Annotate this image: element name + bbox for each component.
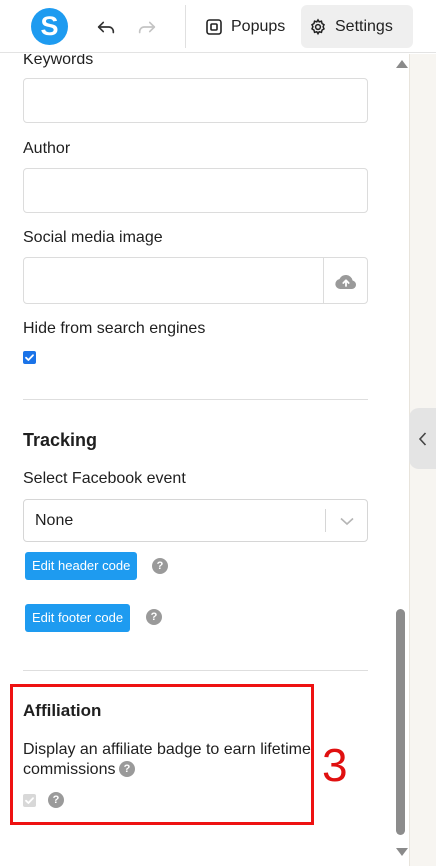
keywords-label: Keywords xyxy=(23,54,94,68)
redo-button[interactable] xyxy=(133,13,161,41)
undo-icon xyxy=(97,21,115,34)
gear-icon xyxy=(311,17,325,35)
select-separator xyxy=(325,509,326,532)
keywords-field[interactable] xyxy=(23,78,368,123)
top-toolbar: S Popups Settings xyxy=(0,0,436,53)
collapse-panel-button[interactable] xyxy=(409,408,436,469)
settings-label: Settings xyxy=(335,17,393,35)
social-image-label: Social media image xyxy=(23,229,163,246)
upload-button[interactable] xyxy=(323,258,367,303)
chevron-down-icon xyxy=(340,517,354,526)
popups-button[interactable]: Popups xyxy=(197,5,297,48)
help-icon[interactable]: ? xyxy=(152,558,168,574)
edit-footer-code-button[interactable]: Edit footer code xyxy=(25,604,131,632)
edit-header-code-button[interactable]: Edit header code xyxy=(25,552,138,580)
facebook-event-label: Select Facebook event xyxy=(23,470,186,487)
app-logo[interactable]: S xyxy=(31,8,68,45)
hide-search-checkbox[interactable] xyxy=(23,351,36,364)
popups-label: Popups xyxy=(231,17,286,35)
section-divider xyxy=(23,399,368,400)
chevron-left-icon xyxy=(418,431,426,446)
tracking-title: Tracking xyxy=(23,430,98,450)
facebook-event-value: None xyxy=(35,512,74,529)
author-field[interactable] xyxy=(23,168,368,213)
facebook-event-select[interactable]: None xyxy=(23,499,368,542)
undo-button[interactable] xyxy=(92,13,120,41)
annotation-box xyxy=(10,684,314,825)
annotation-number: 3 xyxy=(322,739,348,791)
check-icon xyxy=(25,354,34,361)
help-icon[interactable]: ? xyxy=(146,609,162,625)
section-divider xyxy=(23,670,368,671)
toolbar-divider xyxy=(185,5,186,48)
scrollbar-thumb[interactable] xyxy=(396,609,405,835)
scroll-up-arrow[interactable] xyxy=(396,60,408,68)
popups-icon xyxy=(206,18,222,35)
redo-icon xyxy=(138,21,156,34)
scrollbar[interactable] xyxy=(392,54,409,860)
social-image-field[interactable] xyxy=(23,257,368,304)
hide-search-label: Hide from search engines xyxy=(23,320,206,337)
author-label: Author xyxy=(23,140,71,157)
cloud-upload-icon xyxy=(334,274,356,289)
scroll-down-arrow[interactable] xyxy=(396,848,408,856)
settings-button[interactable]: Settings xyxy=(301,5,413,48)
